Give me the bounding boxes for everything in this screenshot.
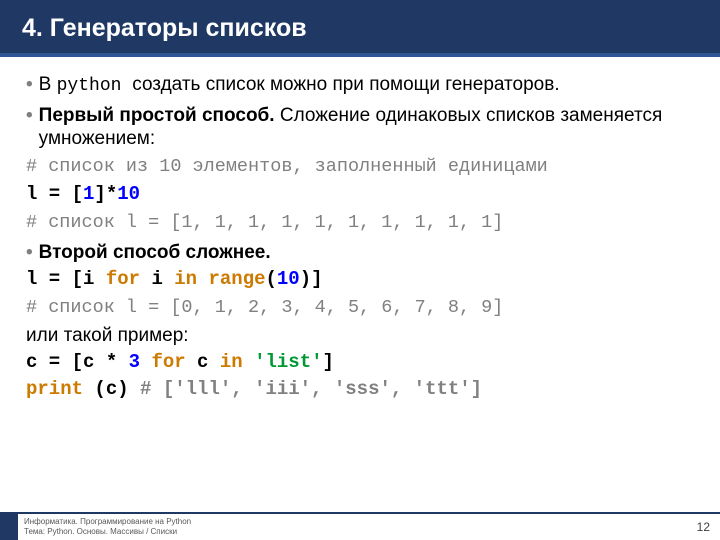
bullet-2: • Первый простой способ. Сложение одинак… [26, 104, 694, 150]
bullet-dot: • [26, 73, 33, 98]
footer-text: Информатика. Программирование на Python … [18, 517, 697, 536]
slide-title: 4. Генераторы списков [0, 0, 720, 57]
slide-footer: Информатика. Программирование на Python … [0, 512, 720, 540]
footer-line-1: Информатика. Программирование на Python [24, 517, 697, 527]
bullet-3: • Второй способ сложнее. [26, 241, 694, 264]
comment-1: # список из 10 элементов, заполненный ед… [26, 156, 694, 179]
footer-line-2: Тема: Python. Основы. Массивы / Списки [24, 527, 697, 537]
bullet-1-text: В python создать список можно при помощи… [39, 73, 560, 98]
plain-text-1: или такой пример: [26, 324, 694, 347]
comment-2: # список l = [1, 1, 1, 1, 1, 1, 1, 1, 1,… [26, 212, 694, 235]
bullet-3-text: Второй способ сложнее. [39, 241, 271, 264]
comment-3: # список l = [0, 1, 2, 3, 4, 5, 6, 7, 8,… [26, 297, 694, 320]
footer-accent [0, 514, 18, 540]
code-2: l = [i for i in range(10)] [26, 268, 694, 291]
bullet-dot: • [26, 104, 33, 150]
slide-content: • В python создать список можно при помо… [0, 57, 720, 401]
bullet-2-text: Первый простой способ. Сложение одинаков… [39, 104, 694, 150]
page-number: 12 [697, 520, 720, 534]
bullet-1: • В python создать список можно при помо… [26, 73, 694, 98]
code-3: c = [c * 3 for c in 'list'] [26, 351, 694, 374]
bullet-dot: • [26, 241, 33, 264]
code-1: l = [1]*10 [26, 183, 694, 206]
code-4: print (c) # ['lll', 'iii', 'sss', 'ttt'] [26, 378, 694, 401]
